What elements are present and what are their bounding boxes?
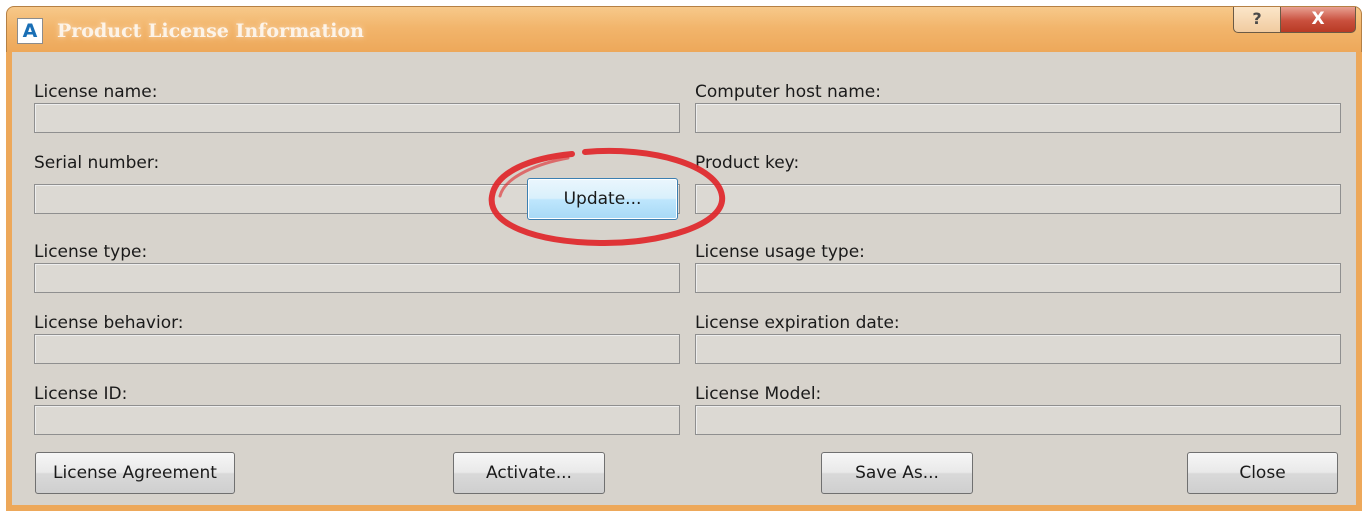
license-usage-type-field[interactable]	[695, 263, 1341, 293]
license-id-label: License ID:	[34, 384, 128, 404]
license-model-label: License Model:	[695, 384, 822, 404]
product-key-field[interactable]	[695, 184, 1341, 214]
license-behavior-field[interactable]	[34, 334, 680, 364]
computer-host-name-label: Computer host name:	[695, 82, 881, 102]
license-name-label: License name:	[34, 82, 158, 102]
help-button[interactable]: ?	[1233, 7, 1281, 33]
window-close-button[interactable]: X	[1280, 7, 1356, 33]
license-expiration-date-label: License expiration date:	[695, 313, 900, 333]
license-id-field[interactable]	[34, 405, 680, 435]
update-button[interactable]: Update...	[527, 178, 678, 220]
product-key-label: Product key:	[695, 153, 800, 173]
license-type-field[interactable]	[34, 263, 680, 293]
license-model-field[interactable]	[695, 405, 1341, 435]
title-bar[interactable]: A Product License Information ? X	[6, 6, 1362, 52]
save-as-button[interactable]: Save As...	[821, 452, 973, 494]
close-icon: X	[1311, 9, 1325, 29]
help-icon: ?	[1252, 9, 1262, 28]
license-usage-type-label: License usage type:	[695, 242, 865, 262]
product-license-dialog: A Product License Information ? X Licens…	[0, 0, 1371, 517]
activate-button[interactable]: Activate...	[453, 452, 605, 494]
license-expiration-date-field[interactable]	[695, 334, 1341, 364]
autodesk-app-icon: A	[17, 18, 43, 44]
serial-number-label: Serial number:	[34, 153, 160, 173]
close-button[interactable]: Close	[1187, 452, 1338, 494]
license-behavior-label: License behavior:	[34, 313, 184, 333]
computer-host-name-field[interactable]	[695, 103, 1341, 133]
license-type-label: License type:	[34, 242, 148, 262]
license-name-field[interactable]	[34, 103, 680, 133]
license-agreement-button[interactable]: License Agreement	[35, 452, 235, 494]
window-title: Product License Information	[57, 20, 364, 42]
